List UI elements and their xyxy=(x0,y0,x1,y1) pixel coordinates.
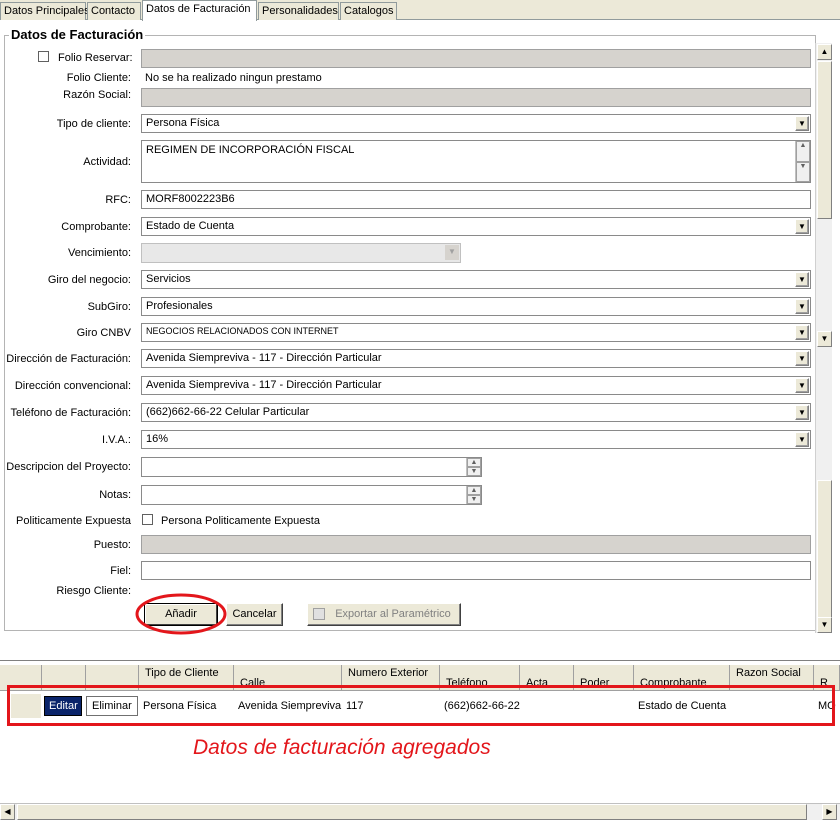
subgiro-label: SubGiro: xyxy=(87,301,131,313)
iva-select[interactable]: 16% ▼ xyxy=(141,430,811,449)
chevron-down-icon[interactable]: ▼ xyxy=(795,325,809,340)
folio-cliente-value: No se ha realizado ningun prestamo xyxy=(145,72,322,84)
notas-spin[interactable]: ▲ ▼ xyxy=(466,486,481,504)
tab-datos-principales[interactable]: Datos Principales xyxy=(0,2,90,20)
telefono-value: (662)662-66-22 Celular Particular xyxy=(146,406,310,418)
tab-contacto[interactable]: Contacto xyxy=(87,2,141,20)
chevron-down-icon[interactable]: ▼ xyxy=(467,467,481,476)
giro-cnbv-value: NEGOCIOS RELACIONADOS CON INTERNET xyxy=(146,326,339,336)
dir-conv-value: Avenida Siempreviva - 117 - Dirección Pa… xyxy=(146,379,382,391)
chevron-down-icon[interactable]: ▼ xyxy=(795,405,809,420)
subgiro-select[interactable]: Profesionales ▼ xyxy=(141,297,811,316)
folio-reservar-field xyxy=(141,49,811,68)
tipo-cliente-label: Tipo de cliente: xyxy=(56,118,131,130)
rfc-input[interactable]: MORF8002223B6 xyxy=(141,190,811,209)
chevron-down-icon[interactable]: ▼ xyxy=(795,219,809,234)
dir-conv-select[interactable]: Avenida Siempreviva - 117 - Dirección Pa… xyxy=(141,376,811,395)
razon-social-field xyxy=(141,88,811,107)
hscroll-thumb[interactable] xyxy=(17,804,807,820)
notas-label: Notas: xyxy=(99,489,131,501)
riesgo-label: Riesgo Cliente: xyxy=(56,585,131,597)
tipo-cliente-value: Persona Física xyxy=(146,117,220,129)
descripcion-textarea[interactable]: ▲ ▼ xyxy=(141,457,482,477)
descripcion-spin[interactable]: ▲ ▼ xyxy=(466,458,481,476)
giro-value: Servicios xyxy=(146,273,191,285)
tab-catalogos[interactable]: Catalogos xyxy=(340,2,397,20)
vencimiento-date-picker: ▼ xyxy=(141,243,461,263)
pep-checkbox[interactable] xyxy=(142,514,153,525)
exportar-button: Exportar al Paramétrico xyxy=(307,603,461,626)
fiel-label: Fiel: xyxy=(110,565,131,577)
chevron-down-icon[interactable]: ▼ xyxy=(467,495,481,504)
notas-textarea[interactable]: ▲ ▼ xyxy=(141,485,482,505)
scroll-down-icon[interactable]: ▼ xyxy=(817,331,832,347)
dir-conv-label: Dirección convencional: xyxy=(14,380,131,392)
scroll-up-icon[interactable]: ▲ xyxy=(817,44,832,60)
chevron-down-icon[interactable]: ▼ xyxy=(795,378,809,393)
fiel-input[interactable] xyxy=(141,561,811,580)
razon-social-label: Razón Social: xyxy=(63,89,131,101)
form-vertical-scrollbar[interactable]: ▲ ▼ ▼ xyxy=(815,43,832,633)
chevron-up-icon[interactable]: ▲ xyxy=(467,486,481,495)
rfc-label: RFC: xyxy=(105,194,131,206)
telefono-select[interactable]: (662)662-66-22 Celular Particular ▼ xyxy=(141,403,811,422)
scroll-thumb[interactable] xyxy=(817,61,832,219)
highlight-rectangle xyxy=(7,685,835,726)
export-icon xyxy=(313,608,325,620)
vencimiento-label: Vencimiento: xyxy=(68,247,131,259)
dir-fact-value: Avenida Siempreviva - 117 - Dirección Pa… xyxy=(146,352,382,364)
iva-value: 16% xyxy=(146,433,169,445)
tab-personalidades[interactable]: Personalidades xyxy=(258,2,339,20)
folio-cliente-label: Folio Cliente: xyxy=(66,72,131,84)
chevron-down-icon[interactable]: ▼ xyxy=(795,299,809,314)
pep-label: Politicamente Expuesta xyxy=(16,515,131,527)
chevron-down-icon: ▼ xyxy=(445,245,459,260)
puesto-field xyxy=(141,535,811,554)
chevron-down-icon[interactable]: ▼ xyxy=(795,116,809,131)
scroll-down-icon-lower[interactable]: ▼ xyxy=(817,617,832,633)
comprobante-value: Estado de Cuenta xyxy=(146,220,235,232)
subgiro-value: Profesionales xyxy=(146,300,213,312)
scroll-thumb-lower[interactable] xyxy=(817,480,832,630)
folio-reservar-checkbox[interactable] xyxy=(38,51,49,62)
scroll-left-icon[interactable]: ◀ xyxy=(0,804,15,820)
pep-checkbox-label: Persona Politicamente Expuesta xyxy=(161,515,320,527)
giro-select[interactable]: Servicios ▼ xyxy=(141,270,811,289)
folio-reservar-label: Folio Reservar: xyxy=(58,52,133,64)
exportar-label: Exportar al Paramétrico xyxy=(335,608,451,620)
scroll-right-icon[interactable]: ▶ xyxy=(822,804,837,820)
tab-datos-facturacion[interactable]: Datos de Facturación xyxy=(142,0,257,21)
chevron-up-icon[interactable]: ▲ xyxy=(796,141,810,162)
actividad-scroll[interactable]: ▲ ▼ xyxy=(795,141,810,182)
tipo-cliente-select[interactable]: Persona Física ▼ xyxy=(141,114,811,133)
dir-fact-label: Dirección de Facturación: xyxy=(6,353,131,365)
giro-cnbv-label: Giro CNBV xyxy=(76,327,131,339)
descripcion-label: Descripcion del Proyecto: xyxy=(6,461,131,473)
group-title: Datos de Facturación xyxy=(9,27,146,42)
actividad-value: REGIMEN DE INCORPORACIÓN FISCAL xyxy=(146,144,355,156)
giro-cnbv-select[interactable]: NEGOCIOS RELACIONADOS CON INTERNET ▼ xyxy=(141,323,811,342)
puesto-label: Puesto: xyxy=(93,539,131,551)
telefono-label: Teléfono de Facturación: xyxy=(10,407,131,419)
chevron-up-icon[interactable]: ▲ xyxy=(467,458,481,467)
chevron-down-icon[interactable]: ▼ xyxy=(795,351,809,366)
grid-horizontal-scrollbar[interactable]: ◀ ▶ xyxy=(0,803,840,820)
highlight-ellipse xyxy=(135,593,227,635)
giro-label: Giro del negocio: xyxy=(47,274,131,286)
rfc-value: MORF8002223B6 xyxy=(146,193,235,205)
tab-bar: Datos Principales Contacto Datos de Fact… xyxy=(0,0,840,21)
actividad-label: Actividad: xyxy=(83,156,131,168)
actividad-textarea[interactable]: REGIMEN DE INCORPORACIÓN FISCAL ▲ ▼ xyxy=(141,140,811,183)
annotation-text: Datos de facturación agregados xyxy=(193,736,491,759)
dir-fact-select[interactable]: Avenida Siempreviva - 117 - Dirección Pa… xyxy=(141,349,811,368)
comprobante-label: Comprobante: xyxy=(61,221,131,233)
cancelar-button[interactable]: Cancelar xyxy=(226,603,283,626)
chevron-down-icon[interactable]: ▼ xyxy=(795,272,809,287)
chevron-down-icon[interactable]: ▼ xyxy=(795,432,809,447)
iva-label: I.V.A.: xyxy=(102,434,131,446)
comprobante-select[interactable]: Estado de Cuenta ▼ xyxy=(141,217,811,236)
chevron-down-icon[interactable]: ▼ xyxy=(796,161,810,182)
